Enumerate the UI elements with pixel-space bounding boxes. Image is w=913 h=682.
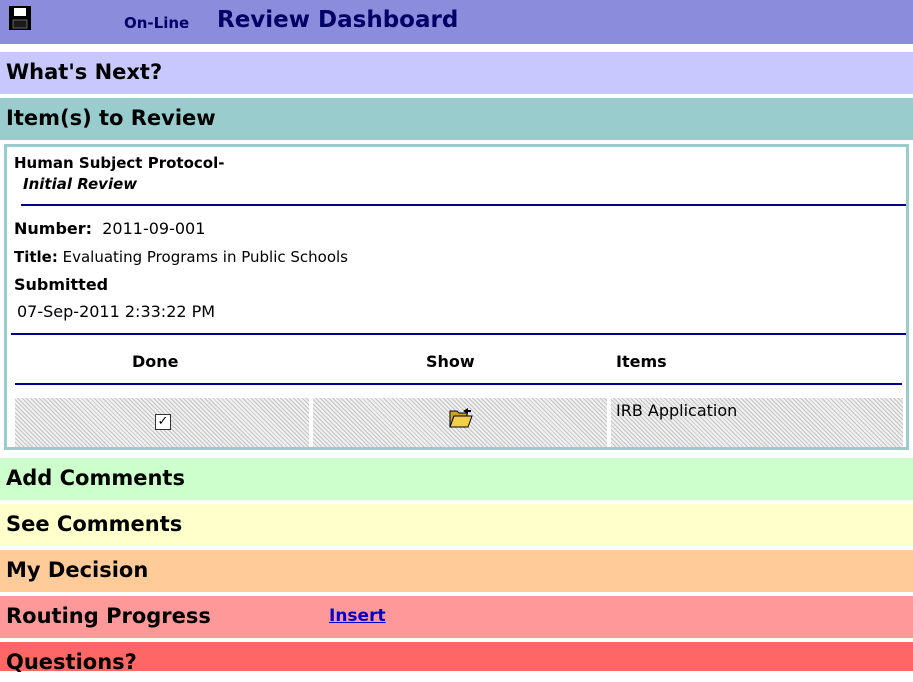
- review-type: Initial Review: [23, 175, 138, 193]
- divider: [21, 204, 906, 206]
- divider: [11, 333, 906, 335]
- header-prefix: On-Line: [124, 14, 190, 32]
- floppy-disk-icon[interactable]: [9, 6, 31, 30]
- column-header-items: Items: [616, 352, 667, 371]
- section-questions[interactable]: Questions?: [0, 642, 913, 674]
- column-header-show: Show: [426, 352, 475, 371]
- number-row: Number: 2011-09-001: [14, 219, 205, 238]
- insert-link[interactable]: Insert: [329, 596, 386, 636]
- item-name[interactable]: IRB Application: [616, 401, 737, 420]
- open-folder-icon[interactable]: [449, 407, 473, 433]
- section-my-decision[interactable]: My Decision: [0, 550, 913, 592]
- done-checkbox[interactable]: ✓: [155, 414, 171, 430]
- section-see-comments[interactable]: See Comments: [0, 504, 913, 546]
- divider: [15, 383, 902, 385]
- protocol-type: Human Subject Protocol-: [14, 154, 225, 172]
- section-items-to-review[interactable]: Item(s) to Review: [0, 98, 913, 140]
- protocol-title: Evaluating Programs in Public Schools: [62, 248, 348, 266]
- title-row: Title: Evaluating Programs in Public Sch…: [14, 248, 348, 266]
- number-label: Number:: [14, 219, 93, 238]
- review-item-panel: Human Subject Protocol- Initial Review N…: [4, 144, 909, 450]
- title-label: Title:: [14, 248, 58, 266]
- section-whats-next[interactable]: What's Next?: [0, 52, 913, 94]
- protocol-number: 2011-09-001: [102, 219, 206, 238]
- page-title: Review Dashboard: [217, 7, 459, 33]
- section-routing-progress[interactable]: Routing Progress Insert: [0, 596, 913, 638]
- submitted-date: 07-Sep-2011 2:33:22 PM: [17, 302, 216, 321]
- column-header-done: Done: [132, 352, 179, 371]
- dashboard-header: On-Line Review Dashboard: [0, 0, 913, 44]
- routing-progress-label: Routing Progress: [6, 604, 211, 628]
- section-add-comments[interactable]: Add Comments: [0, 458, 913, 500]
- submitted-label: Submitted: [14, 275, 109, 294]
